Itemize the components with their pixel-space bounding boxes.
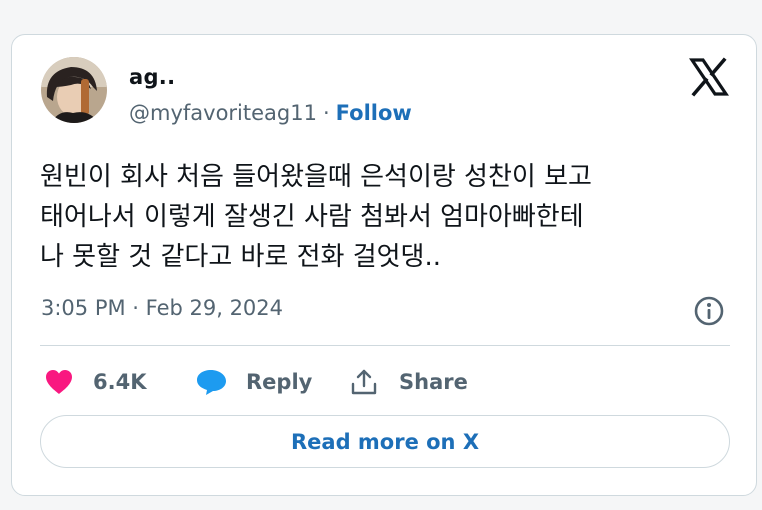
tweet-text-line: 원빈이 회사 처음 들어왔을때 은석이랑 성찬이 보고 — [40, 162, 592, 192]
follow-button[interactable]: Follow — [336, 101, 412, 125]
author-handle-row: @myfavoriteag11 · Follow — [129, 101, 412, 125]
like-count: 6.4K — [93, 370, 147, 394]
author-handle[interactable]: @myfavoriteag11 — [129, 101, 317, 125]
separator-dot: · — [322, 101, 330, 125]
read-more-button[interactable]: Read more on X — [40, 415, 730, 468]
tweet-timestamp[interactable]: 3:05 PM · Feb 29, 2024 — [41, 296, 283, 320]
reply-label: Reply — [246, 370, 313, 394]
heart-icon — [44, 368, 74, 396]
x-logo-icon[interactable] — [688, 57, 730, 97]
author-display-name[interactable]: ag.. — [129, 65, 175, 89]
share-button[interactable]: Share — [350, 365, 468, 399]
avatar[interactable] — [41, 57, 107, 123]
share-label: Share — [399, 370, 468, 394]
share-icon — [350, 368, 378, 396]
reply-button[interactable]: Reply — [196, 365, 312, 399]
tweet-text: 원빈이 회사 처음 들어왔을때 은석이랑 성찬이 보고 태어나서 이렇게 잘생긴… — [40, 157, 740, 277]
tweet-card: ag.. @myfavoriteag11 · Follow 원빈이 회사 처음 들어… — [11, 34, 757, 496]
tweet-text-line: 태어나서 이렇게 잘생긴 사람 첨봐서 엄마아빠한테 — [40, 202, 584, 232]
speech-bubble-icon — [196, 368, 228, 396]
tweet-text-line: 나 못할 것 같다고 바로 전화 걸엇댕.. — [40, 242, 441, 272]
like-button[interactable]: 6.4K — [44, 365, 146, 399]
divider — [40, 345, 730, 346]
info-icon[interactable] — [693, 295, 725, 327]
